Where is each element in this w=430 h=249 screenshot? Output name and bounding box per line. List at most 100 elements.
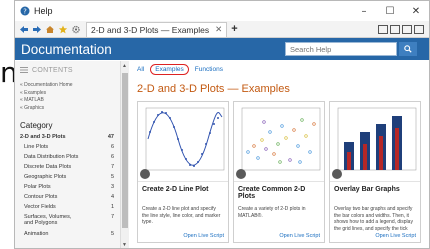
category-label: Polar Plots [24, 184, 51, 190]
layout-grid-icon[interactable] [378, 24, 388, 34]
category-item-geographic-plots[interactable]: Geographic Plots 5 [15, 172, 120, 182]
window-title: Help [34, 6, 53, 16]
category-item-2d-3d-plots[interactable]: 2-D and 3-D Plots 47 [15, 132, 120, 142]
category-count: 7 [110, 164, 114, 170]
bar-graph-thumbnail [337, 107, 417, 171]
filter-functions-link[interactable]: Functions [195, 66, 223, 73]
filter-examples-link[interactable]: Examples [150, 63, 189, 75]
scatter-plot-thumbnail [241, 107, 321, 171]
example-card-line-plot[interactable]: Create 2-D Line Plot Create a 2-D line p… [137, 101, 229, 243]
category-item-line-plots[interactable]: Line Plots 6 [15, 142, 120, 152]
category-count: 7 [110, 214, 114, 220]
settings-gear-icon[interactable] [70, 24, 81, 35]
category-label: Discrete Data Plots [24, 164, 72, 170]
scrollbar-thumb[interactable] [122, 73, 128, 228]
category-item-discrete-data-plots[interactable]: Discrete Data Plots 7 [15, 162, 120, 172]
example-card-overlay-bar-graphs[interactable]: Overlay Bar Graphs Overlay two bar graph… [329, 101, 421, 243]
category-label: Surfaces, Volumes, and Polygons [24, 214, 72, 226]
minimize-button[interactable]: – [351, 6, 377, 17]
back-icon[interactable] [18, 24, 29, 35]
maximize-button[interactable]: ☐ [377, 6, 403, 17]
live-script-badge-icon [236, 169, 246, 179]
category-count: 5 [110, 231, 114, 237]
contents-toggle[interactable]: CONTENTS [15, 61, 120, 79]
card-description: Create a 2-D line plot and specify the l… [142, 206, 221, 225]
category-count: 4 [110, 194, 114, 200]
category-item-vector-fields[interactable]: Vector Fields 1 [15, 202, 120, 212]
help-app-icon: ? [20, 6, 30, 16]
browser-toolbar: 2-D and 3-D Plots — Examples ✕ + [15, 21, 429, 38]
category-count: 6 [110, 144, 114, 150]
open-live-script-link[interactable]: Open Live Script [183, 233, 224, 239]
sidebar-scrollbar[interactable]: ▲ ▼ [121, 61, 129, 248]
screen: n ? Help – ☐ ✕ 2-D and 3-D Plots — Examp… [0, 0, 430, 249]
svg-text:?: ? [23, 8, 27, 16]
category-label: Animation [24, 231, 49, 237]
category-item-surfaces-volumes-polygons[interactable]: Surfaces, Volumes, and Polygons 7 [15, 212, 120, 229]
favorites-star-icon[interactable] [57, 24, 68, 35]
category-count: 47 [107, 134, 114, 140]
card-description: Overlay two bar graphs and specify the b… [334, 206, 413, 232]
category-count: 3 [110, 184, 114, 190]
search-button[interactable] [399, 42, 417, 56]
filter-bar: All Examples Functions [131, 61, 429, 77]
example-cards: Create 2-D Line Plot Create a 2-D line p… [131, 101, 429, 243]
card-title[interactable]: Create 2-D Line Plot [138, 182, 228, 206]
live-script-badge-icon [332, 169, 342, 179]
home-icon[interactable] [44, 24, 55, 35]
card-thumbnail-line-plot [138, 102, 228, 182]
category-item-polar-plots[interactable]: Polar Plots 3 [15, 182, 120, 192]
category-item-data-distribution-plots[interactable]: Data Distribution Plots 6 [15, 152, 120, 162]
card-title[interactable]: Overlay Bar Graphs [330, 182, 420, 206]
sidebar: CONTENTS « Documentation Home « Examples… [15, 61, 121, 248]
search-icon [404, 45, 412, 53]
open-live-script-link[interactable]: Open Live Script [375, 233, 416, 239]
live-script-badge-icon [140, 169, 150, 179]
filter-all-link[interactable]: All [137, 66, 144, 73]
documentation-header: Documentation [15, 38, 429, 60]
page-title: 2-D and 3-D Plots — Examples [137, 83, 290, 95]
example-card-common-2d-plots[interactable]: Create Common 2-D Plots Create a variety… [233, 101, 325, 243]
category-item-animation[interactable]: Animation 5 [15, 229, 120, 239]
tab-examples[interactable]: 2-D and 3-D Plots — Examples ✕ [86, 21, 228, 37]
new-tab-button[interactable]: + [231, 23, 237, 35]
category-count: 6 [110, 154, 114, 160]
layout-columns-icon[interactable] [390, 24, 400, 34]
card-thumbnail-common-2d-plots [234, 102, 324, 182]
help-window: ? Help – ☐ ✕ 2-D and 3-D Plots — Example… [14, 0, 430, 249]
card-title[interactable]: Create Common 2-D Plots [234, 182, 324, 206]
category-label: Line Plots [24, 144, 49, 150]
scroll-up-icon[interactable]: ▲ [122, 63, 127, 69]
tab-close-icon[interactable]: ✕ [215, 24, 222, 35]
layout-buttons [378, 24, 429, 34]
category-label: Vector Fields [24, 204, 56, 210]
title-bar: ? Help – ☐ ✕ [15, 1, 429, 21]
close-button[interactable]: ✕ [403, 6, 429, 17]
breadcrumb: « Documentation Home « Examples « MATLAB… [15, 79, 120, 112]
breadcrumb-examples[interactable]: « Examples [20, 90, 120, 98]
breadcrumb-graphics[interactable]: « Graphics [20, 105, 120, 113]
category-label: Contour Plots [24, 194, 58, 200]
layout-single-icon[interactable] [414, 24, 424, 34]
main-content: All Examples Functions 2-D and 3-D Plots… [131, 61, 429, 248]
menu-icon [20, 67, 28, 73]
breadcrumb-matlab[interactable]: « MATLAB [20, 97, 120, 105]
card-description: Create a variety of 2-D plots in MATLAB®… [238, 206, 306, 219]
category-count: 1 [110, 204, 114, 210]
breadcrumb-documentation-home[interactable]: « Documentation Home [20, 82, 120, 90]
category-label: Data Distribution Plots [24, 154, 79, 160]
layout-split-icon[interactable] [402, 24, 412, 34]
category-label: Geographic Plots [24, 174, 67, 180]
documentation-title: Documentation [21, 41, 112, 57]
category-heading: Category [20, 121, 53, 130]
scroll-down-icon[interactable]: ▼ [122, 242, 127, 248]
category-item-contour-plots[interactable]: Contour Plots 4 [15, 192, 120, 202]
forward-icon[interactable] [31, 24, 42, 35]
search-input[interactable] [285, 42, 397, 56]
category-count: 5 [110, 174, 114, 180]
tab-label: 2-D and 3-D Plots — Examples [91, 24, 210, 35]
card-thumbnail-overlay-bar-graphs [330, 102, 420, 182]
open-live-script-link[interactable]: Open Live Script [279, 233, 320, 239]
sine-plot-thumbnail [145, 107, 225, 171]
contents-label: CONTENTS [32, 66, 73, 74]
